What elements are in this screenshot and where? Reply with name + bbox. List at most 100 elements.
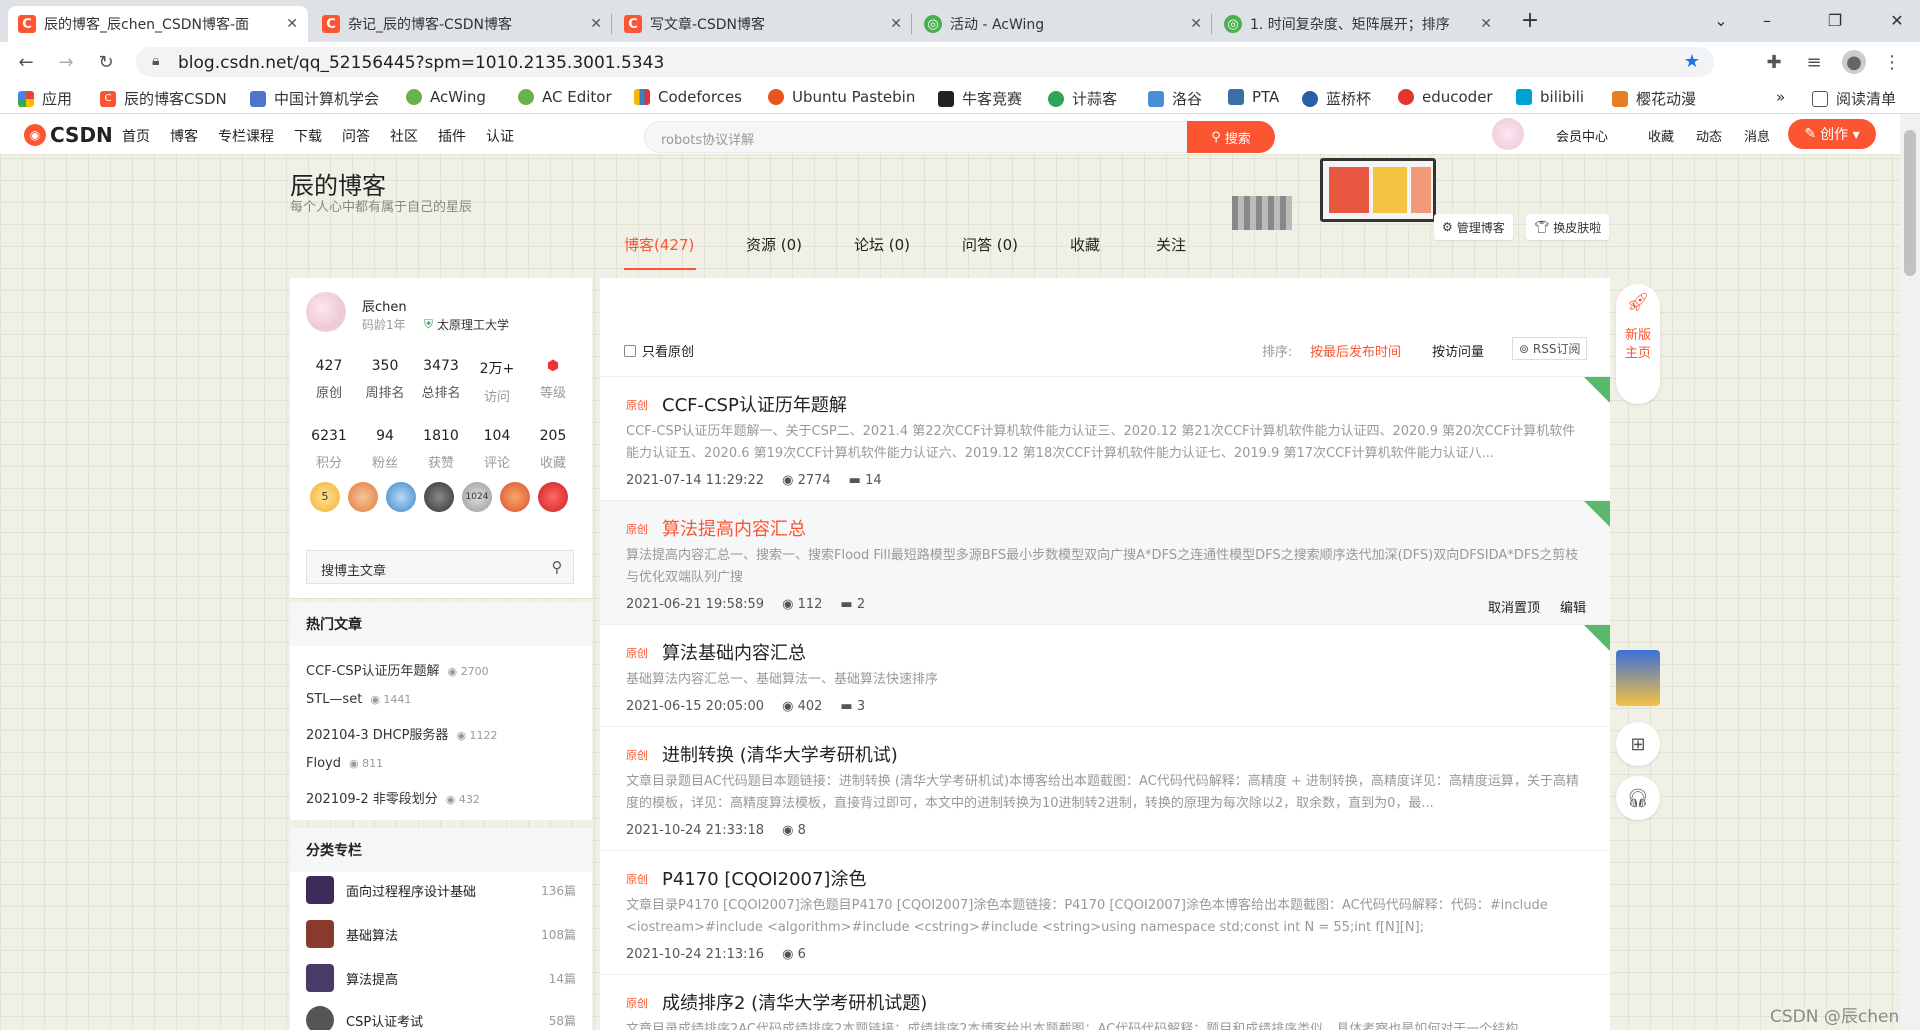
tab-resources[interactable]: 资源 (0)	[746, 234, 802, 255]
tab-follow[interactable]: 关注	[1156, 234, 1186, 255]
article-desc[interactable]: 文章目录成绩排序2AC代码成绩排序2本题链接：成绩排序2本博客给出本题截图：AC…	[626, 1019, 1586, 1030]
close-tab-icon[interactable]: ✕	[1190, 16, 1202, 32]
nav-courses[interactable]: 专栏课程	[218, 126, 274, 146]
badge-icon[interactable]	[424, 482, 454, 512]
article-item[interactable]: 原创 算法提高内容汇总 算法提高内容汇总一、搜索一、搜索Flood Fill最短…	[600, 500, 1610, 624]
bookmark-item[interactable]: 中国计算机学会	[250, 88, 379, 109]
article-desc[interactable]: 文章目录P4170 [CQOI2007]涂色题目P4170 [CQOI2007]…	[626, 895, 1586, 939]
bookmark-item[interactable]: C 辰的博客CSDN	[100, 88, 227, 109]
profile-icon[interactable]: ●	[1842, 50, 1866, 74]
new-tab-button[interactable]: +	[1510, 0, 1550, 40]
profile-avatar[interactable]	[306, 292, 346, 332]
blog-search-box[interactable]: 搜博主文章 ⚲	[306, 550, 574, 584]
stat-week-rank[interactable]: 350 周排名	[357, 358, 413, 401]
nav-qa[interactable]: 问答	[342, 126, 370, 146]
csdn-search[interactable]: robots协议详解 ⚲ 搜索	[644, 121, 1275, 153]
close-window-icon[interactable]: ✕	[1874, 0, 1920, 40]
browser-tab[interactable]: ◎ 1. 时间复杂度、矩阵展开；排序 ✕	[1214, 6, 1502, 42]
new-home-button[interactable]: 🚀︎ 新版主页	[1616, 284, 1660, 404]
article-item[interactable]: 原创 算法基础内容汇总 基础算法内容汇总一、基础算法一、基础算法快速排序 202…	[600, 624, 1610, 726]
browser-tab[interactable]: C 辰的博客_辰chen_CSDN博客-面 ✕	[8, 6, 308, 42]
csdn-logo[interactable]: ◉ CSDN	[24, 123, 113, 147]
hot-article-item[interactable]: CCF-CSP认证历年题解 ◉ 2700	[306, 660, 489, 679]
back-icon[interactable]: ←	[14, 50, 38, 74]
promo-box-icon[interactable]	[1616, 650, 1660, 706]
tab-qa[interactable]: 问答 (0)	[962, 234, 1018, 255]
browser-tab[interactable]: C 杂记_辰的博客-CSDN博客 ✕	[312, 6, 612, 42]
nav-favorites[interactable]: 收藏	[1648, 126, 1674, 145]
bookmark-star-icon[interactable]: ★	[1684, 51, 1700, 72]
badge-icon[interactable]: 5	[310, 482, 340, 512]
unpin-button[interactable]: 取消置顶	[1488, 601, 1540, 616]
sort-by-views[interactable]: 按访问量	[1432, 341, 1484, 360]
forward-icon[interactable]: →	[54, 50, 78, 74]
bookmark-item[interactable]: 樱花动漫	[1612, 88, 1696, 109]
tab-blog[interactable]: 博客(427)	[624, 234, 694, 255]
url-text[interactable]: blog.csdn.net/qq_52156445?spm=1010.2135.…	[178, 53, 664, 73]
badge-icon[interactable]	[500, 482, 530, 512]
manage-blog-button[interactable]: ⚙ 管理博客	[1434, 214, 1513, 240]
only-original-toggle[interactable]: 只看原创	[624, 341, 694, 360]
page-scrollbar[interactable]	[1900, 114, 1920, 1030]
qr-code-icon[interactable]: ⊞	[1616, 722, 1660, 766]
browser-tab[interactable]: ◎ 活动 - AcWing ✕	[914, 6, 1212, 42]
stat-total-rank[interactable]: 3473 总排名	[413, 358, 469, 401]
tab-forum[interactable]: 论坛 (0)	[854, 234, 910, 255]
stat-favorites[interactable]: 205 收藏	[525, 428, 581, 471]
sort-by-time[interactable]: 按最后发布时间	[1310, 341, 1401, 360]
search-button[interactable]: ⚲ 搜索	[1187, 121, 1275, 153]
rss-button[interactable]: ⊚ RSS订阅	[1512, 337, 1588, 360]
hot-article-item[interactable]: 202109-2 非零段划分 ◉ 432	[306, 788, 480, 807]
minimize-icon[interactable]: –	[1744, 0, 1790, 40]
badge-1024-icon[interactable]: 1024	[462, 482, 492, 512]
badge-icon[interactable]	[386, 482, 416, 512]
nav-messages[interactable]: 消息	[1744, 126, 1770, 145]
bookmark-item[interactable]: PTA	[1228, 88, 1279, 106]
article-desc[interactable]: CCF-CSP认证历年题解一、关于CSP二、2021.4 第22次CCF计算机软…	[626, 421, 1586, 465]
article-desc[interactable]: 算法提高内容汇总一、搜索一、搜索Flood Fill最短路模型多源BFS最小步数…	[626, 545, 1586, 589]
lock-icon[interactable]: 🔒︎	[152, 53, 159, 69]
menu-icon[interactable]: ⋮	[1880, 50, 1904, 74]
close-tab-icon[interactable]: ✕	[1480, 16, 1492, 32]
category-item[interactable]: 基础算法 108篇	[306, 920, 576, 948]
nav-plugin[interactable]: 插件	[438, 126, 466, 146]
checkbox[interactable]	[624, 344, 636, 357]
scrollbar-thumb[interactable]	[1904, 130, 1916, 276]
reload-icon[interactable]: ↻	[94, 50, 118, 74]
article-title[interactable]: 算法基础内容汇总	[662, 639, 806, 665]
article-item[interactable]: 原创 P4170 [CQOI2007]涂色 文章目录P4170 [CQOI200…	[600, 850, 1610, 974]
article-desc[interactable]: 基础算法内容汇总一、基础算法一、基础算法快速排序	[626, 669, 1586, 691]
bookmark-item[interactable]: educoder	[1398, 88, 1493, 106]
stat-likes[interactable]: 1810 获赞	[413, 428, 469, 471]
article-title[interactable]: 算法提高内容汇总	[662, 515, 806, 541]
nav-community[interactable]: 社区	[390, 126, 418, 146]
nav-home[interactable]: 首页	[122, 126, 150, 146]
media-icon[interactable]: ≡	[1802, 50, 1826, 74]
article-title[interactable]: 成绩排序2 (清华大学考研机试题)	[662, 989, 927, 1015]
edit-button[interactable]: 编辑	[1560, 601, 1586, 616]
nav-download[interactable]: 下载	[294, 126, 322, 146]
close-tab-icon[interactable]: ✕	[286, 16, 298, 32]
hot-article-item[interactable]: Floyd ◉ 811	[306, 756, 383, 771]
bookmark-apps[interactable]: 应用	[18, 88, 72, 109]
category-item[interactable]: CSP认证考试 58篇	[306, 1006, 576, 1030]
omnibox[interactable]: 🔒︎ blog.csdn.net/qq_52156445?spm=1010.21…	[136, 47, 1714, 77]
badge-icon[interactable]	[348, 482, 378, 512]
search-input[interactable]: robots协议详解	[661, 129, 754, 148]
article-title[interactable]: P4170 [CQOI2007]涂色	[662, 865, 866, 891]
customer-service-icon[interactable]: 🎧︎	[1616, 776, 1660, 820]
badge-icon[interactable]	[538, 482, 568, 512]
category-item[interactable]: 面向过程程序设计基础 136篇	[306, 876, 576, 904]
tab-search-icon[interactable]: ⌄	[1698, 0, 1744, 40]
bookmark-item[interactable]: bilibili	[1516, 88, 1584, 106]
bookmark-item[interactable]: AcWing	[406, 88, 486, 106]
bookmark-item[interactable]: Ubuntu Pastebin	[768, 88, 915, 106]
stat-original[interactable]: 427 原创	[301, 358, 357, 401]
extensions-icon[interactable]: ✚	[1762, 50, 1786, 74]
article-item[interactable]: 原创 进制转换 (清华大学考研机试) 文章目录题目AC代码题目本题链接：进制转换…	[600, 726, 1610, 850]
hot-article-item[interactable]: 202104-3 DHCP服务器 ◉ 1122	[306, 724, 498, 743]
article-item[interactable]: 原创 CCF-CSP认证历年题解 CCF-CSP认证历年题解一、关于CSP二、2…	[600, 376, 1610, 500]
bookmark-item[interactable]: AC Editor	[518, 88, 612, 106]
user-avatar[interactable]	[1492, 118, 1524, 150]
change-skin-button[interactable]: 👕︎ 换皮肤啦	[1526, 214, 1610, 240]
